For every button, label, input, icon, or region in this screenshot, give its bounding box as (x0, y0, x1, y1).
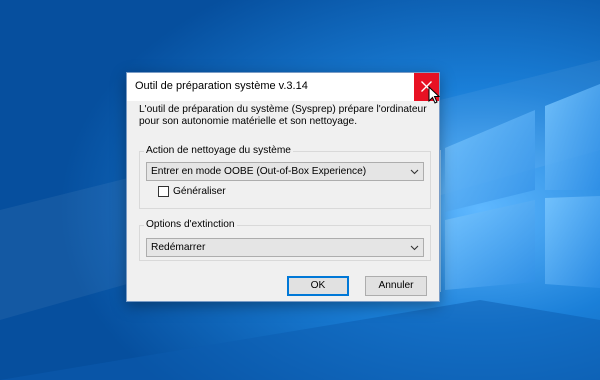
cleanup-action-legend: Action de nettoyage du système (144, 145, 293, 156)
cancel-button[interactable]: Annuler (365, 276, 427, 296)
shutdown-options-value: Redémarrer (151, 242, 206, 253)
dialog-description: L'outil de préparation du système (Syspr… (139, 104, 427, 127)
ok-button[interactable]: OK (287, 276, 349, 296)
generalize-label[interactable]: Généraliser (173, 186, 226, 197)
desktop: Outil de préparation système v.3.14 L'ou… (0, 0, 600, 380)
chevron-down-icon (410, 169, 419, 175)
shutdown-options-dropdown[interactable]: Redémarrer (146, 238, 424, 257)
shutdown-options-group: Options d'extinction Redémarrer (139, 219, 431, 261)
generalize-checkbox[interactable] (158, 186, 169, 197)
sysprep-dialog: Outil de préparation système v.3.14 L'ou… (126, 72, 440, 302)
cleanup-action-value: Entrer en mode OOBE (Out-of-Box Experien… (151, 166, 367, 177)
title-bar[interactable]: Outil de préparation système v.3.14 (127, 73, 439, 101)
cleanup-action-dropdown[interactable]: Entrer en mode OOBE (Out-of-Box Experien… (146, 162, 424, 181)
chevron-down-icon (410, 245, 419, 251)
shutdown-options-legend: Options d'extinction (144, 219, 237, 230)
window-title: Outil de préparation système v.3.14 (135, 80, 308, 92)
cleanup-action-group: Action de nettoyage du système Entrer en… (139, 145, 431, 209)
mouse-pointer-icon (428, 86, 440, 104)
